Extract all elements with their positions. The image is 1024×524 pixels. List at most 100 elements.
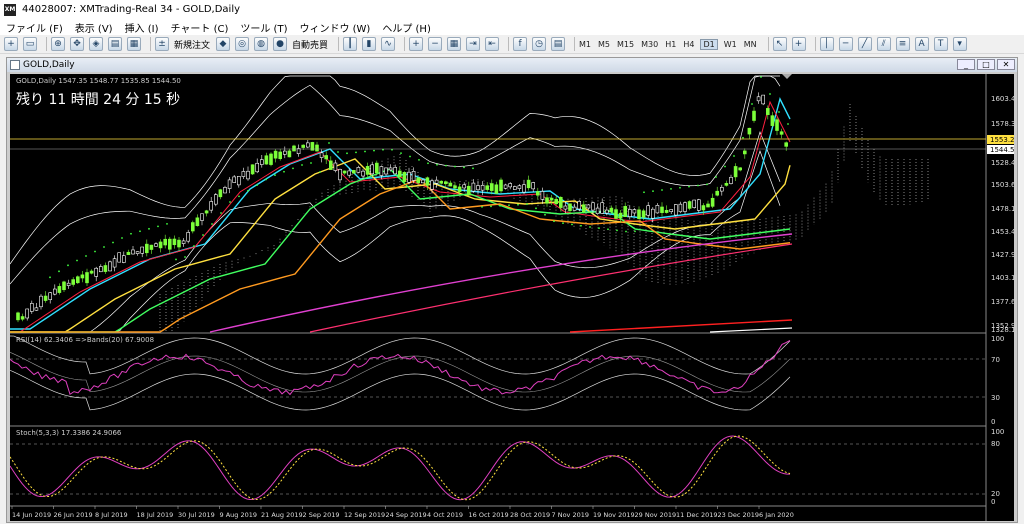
- new-order-button[interactable]: ± 新規注文: [155, 37, 210, 51]
- tf-m5[interactable]: M5: [598, 40, 610, 49]
- candle-body: [568, 203, 572, 211]
- parabolic-dot: [562, 222, 564, 225]
- horizontal-line-icon[interactable]: ─: [838, 37, 853, 51]
- menu-view[interactable]: 表示 (V): [75, 20, 113, 35]
- parabolic-dot: [130, 232, 132, 235]
- profiles-icon[interactable]: ▭: [23, 37, 37, 51]
- chart-window-title-text: GOLD,Daily: [23, 60, 75, 70]
- tf-h1[interactable]: H1: [665, 40, 676, 49]
- market-icon[interactable]: ◍: [254, 37, 269, 51]
- price-tick: 1503.65: [991, 181, 1014, 189]
- tf-m1[interactable]: M1: [579, 40, 591, 49]
- crosshair-icon[interactable]: +: [791, 37, 806, 51]
- price-tick: 1377.65: [991, 298, 1014, 306]
- bar-chart-icon[interactable]: ┃: [343, 37, 358, 51]
- navigator-icon[interactable]: ◈: [89, 37, 103, 51]
- candle-body: [407, 171, 411, 183]
- candle-body: [719, 187, 724, 192]
- tf-mn[interactable]: MN: [744, 40, 757, 49]
- text-icon[interactable]: A: [914, 37, 929, 51]
- candle-body: [89, 270, 94, 274]
- menu-window[interactable]: ウィンドウ (W): [299, 20, 370, 35]
- maximize-button[interactable]: □: [977, 59, 995, 70]
- price-tick: 1578.35: [991, 120, 1014, 128]
- candle-body: [158, 241, 163, 249]
- terminal-icon[interactable]: ▤: [108, 37, 122, 51]
- close-button[interactable]: ✕: [997, 59, 1015, 70]
- parabolic-dot: [364, 150, 366, 153]
- candle-body: [614, 209, 618, 219]
- candle-body: [715, 190, 720, 196]
- channel-icon[interactable]: ⫽: [876, 37, 891, 51]
- zoom-in-icon[interactable]: +: [409, 37, 424, 51]
- arrows-icon[interactable]: ▾: [952, 37, 967, 51]
- rsi-tick: 70: [991, 356, 1000, 364]
- market-watch-icon[interactable]: ⊕: [51, 37, 65, 51]
- candle-body: [655, 205, 660, 214]
- parabolic-dot: [319, 171, 321, 173]
- tf-w1[interactable]: W1: [724, 40, 737, 49]
- toolbar: + ▭ ⊕ ✥ ◈ ▤ ▦ ± 新規注文 ◆ ◎ ◍ ● 自動売買 ┃ ▮ ∿ + …: [0, 35, 1024, 54]
- menu-chart[interactable]: チャート (C): [171, 20, 229, 35]
- parabolic-dot: [283, 170, 285, 173]
- tf-d1[interactable]: D1: [700, 38, 718, 50]
- parabolic-dot: [670, 187, 672, 190]
- menu-help[interactable]: ヘルプ (H): [382, 20, 431, 35]
- candle-body: [342, 170, 347, 174]
- menu-insert[interactable]: 挿入 (I): [125, 20, 159, 35]
- new-chart-icon[interactable]: +: [4, 37, 18, 51]
- chart-area[interactable]: GOLD,Daily 1547.35 1548.77 1535.85 1544.…: [9, 74, 1020, 521]
- parabolic-dot: [490, 205, 492, 208]
- candle-body: [411, 171, 416, 181]
- menu-tools[interactable]: ツール (T): [240, 20, 287, 35]
- trendline-icon[interactable]: ╱: [857, 37, 872, 51]
- metaeditor-icon[interactable]: ◆: [216, 37, 231, 51]
- parabolic-dot: [211, 223, 213, 225]
- period-icon[interactable]: ◷: [532, 37, 547, 51]
- tf-h4[interactable]: H4: [683, 40, 694, 49]
- parabolic-dot: [517, 203, 519, 206]
- candle-body: [439, 180, 444, 184]
- stoch-label: Stoch(5,3,3) 17.3386 24.9066: [16, 429, 122, 437]
- autoscroll-icon[interactable]: ⇥: [466, 37, 481, 51]
- candle-body: [269, 153, 273, 165]
- parabolic-dot: [688, 185, 690, 188]
- signals-icon[interactable]: ◎: [235, 37, 250, 51]
- candle-chart-icon[interactable]: ▮: [362, 37, 377, 51]
- chart-shift-icon[interactable]: ⇤: [485, 37, 500, 51]
- auto-trading-button[interactable]: ● 自動売買: [273, 37, 328, 51]
- vertical-line-icon[interactable]: │: [819, 37, 834, 51]
- date-tick: 2 Sep 2019: [303, 511, 340, 519]
- indicators-icon[interactable]: f: [513, 37, 528, 51]
- candle-body: [62, 281, 66, 291]
- tile-icon[interactable]: ▦: [447, 37, 462, 51]
- parabolic-dot: [274, 174, 276, 177]
- candle-body: [16, 312, 20, 321]
- line-chart-icon[interactable]: ∿: [381, 37, 396, 51]
- candle-body: [25, 308, 29, 319]
- fibo-icon[interactable]: ≡: [895, 37, 910, 51]
- parabolic-dot: [445, 164, 447, 167]
- candle-body: [457, 186, 462, 192]
- parabolic-dot: [256, 184, 258, 187]
- date-tick: 21 Aug 2019: [261, 511, 303, 519]
- menu-file[interactable]: ファイル (F): [6, 20, 63, 35]
- data-window-icon[interactable]: ✥: [70, 37, 84, 51]
- candle-body: [191, 222, 195, 232]
- candle-body: [600, 202, 605, 214]
- candle-body: [664, 209, 669, 213]
- label-icon[interactable]: T: [933, 37, 948, 51]
- chart-canvas[interactable]: GOLD,Daily 1547.35 1548.77 1535.85 1544.…: [9, 74, 1020, 521]
- candle-body: [338, 169, 342, 181]
- cursor-icon[interactable]: ↖: [772, 37, 787, 51]
- parabolic-dot: [76, 259, 78, 262]
- templates-icon[interactable]: ▤: [551, 37, 566, 51]
- candle-body: [214, 194, 218, 205]
- tf-m30[interactable]: M30: [641, 40, 658, 49]
- zoom-out-icon[interactable]: −: [428, 37, 443, 51]
- parabolic-dot: [643, 191, 645, 194]
- tester-icon[interactable]: ▦: [127, 37, 141, 51]
- candle-body: [255, 162, 259, 173]
- minimize-button[interactable]: _: [957, 59, 975, 70]
- tf-m15[interactable]: M15: [617, 40, 634, 49]
